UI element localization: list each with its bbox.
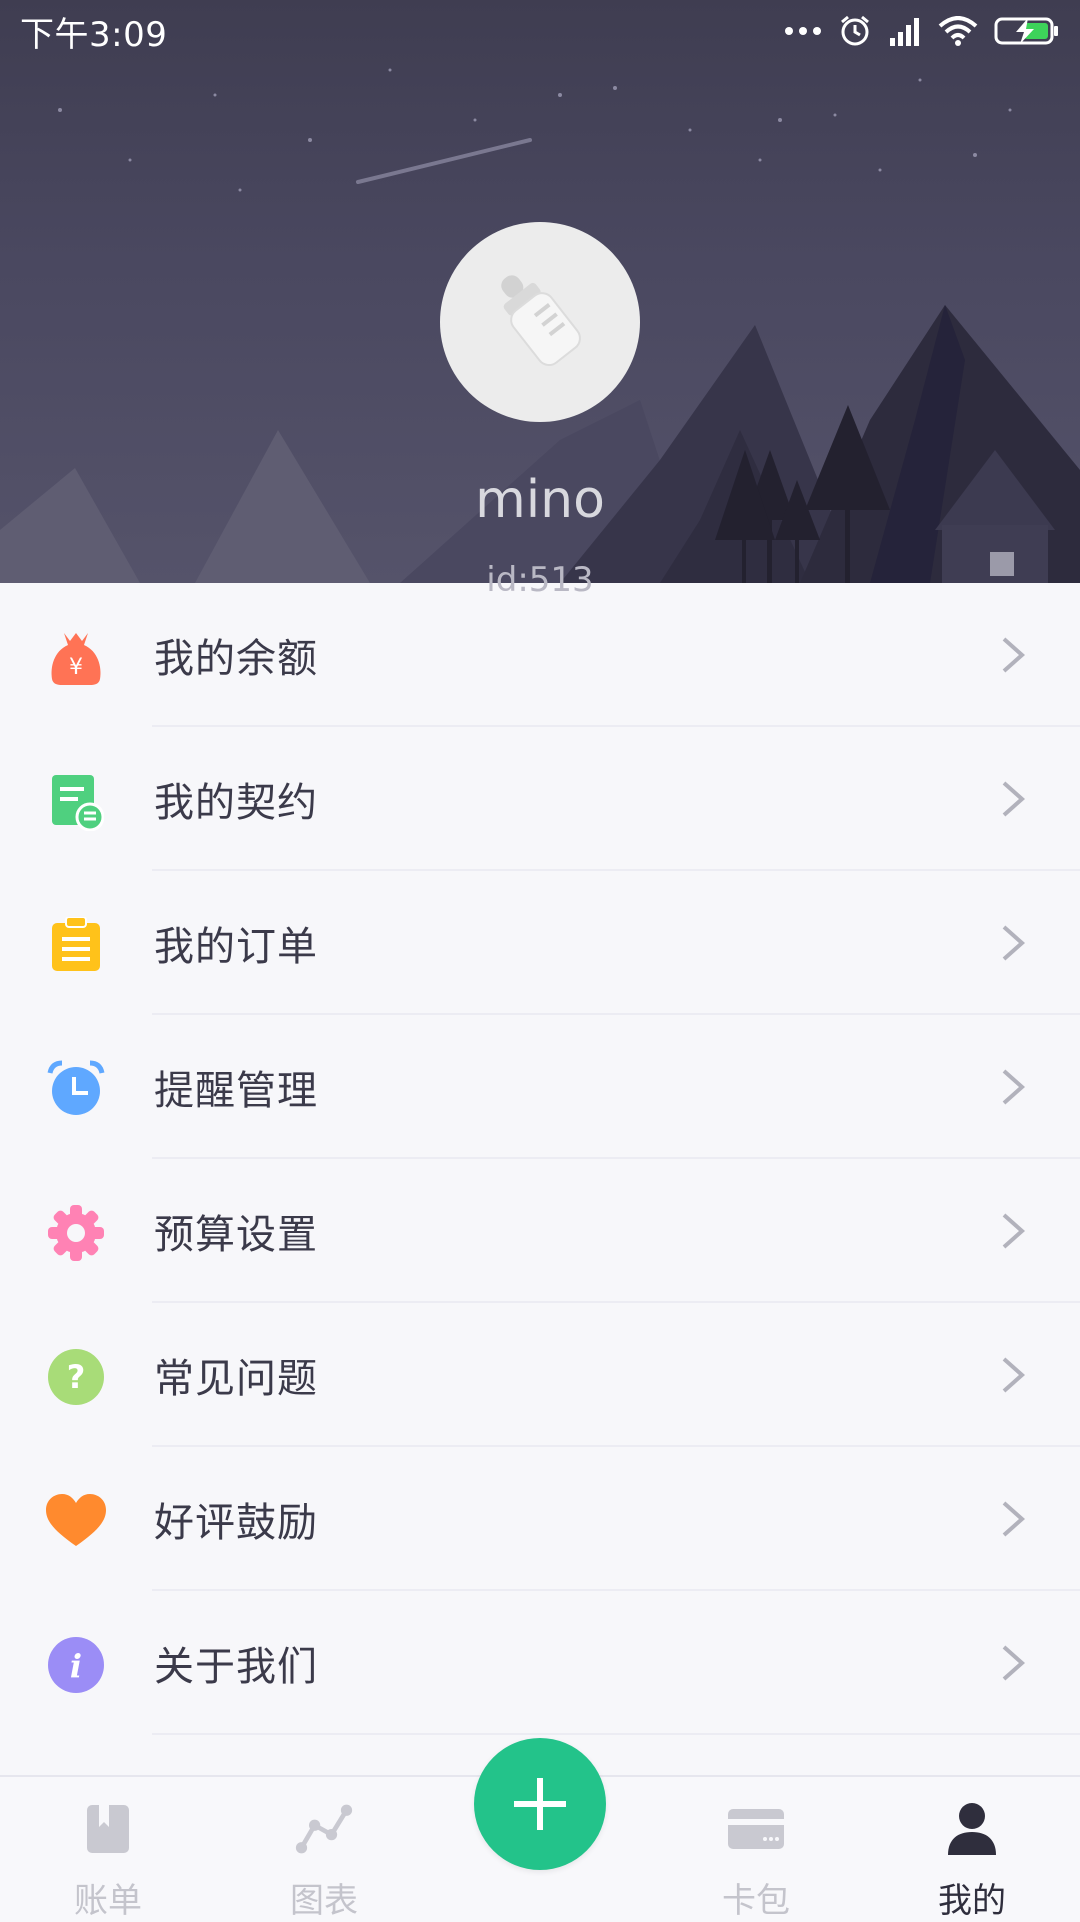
chevron-right-icon — [1002, 1357, 1026, 1393]
avatar[interactable] — [440, 222, 640, 422]
menu-label: 我的契约 — [154, 780, 318, 826]
tab-charts[interactable]: 图表 — [216, 1777, 432, 1922]
chevron-right-icon — [1002, 1213, 1026, 1249]
menu-label: 好评鼓励 — [154, 1500, 318, 1546]
wifi-icon — [938, 16, 978, 46]
tab-cards[interactable]: 卡包 — [648, 1777, 864, 1922]
info-icon: i — [46, 1635, 106, 1695]
username: mino — [475, 470, 605, 530]
svg-text:?: ? — [67, 1358, 86, 1396]
user-id: id:513 — [486, 560, 594, 600]
bill-book-icon — [78, 1799, 138, 1859]
menu-item-faq[interactable]: ? 常见问题 — [0, 1303, 1080, 1447]
gear-icon — [46, 1203, 106, 1263]
tab-label: 我的 — [938, 1881, 1006, 1921]
tab-label: 账单 — [74, 1881, 142, 1921]
tab-label: 图表 — [290, 1881, 358, 1921]
tab-label: 卡包 — [722, 1881, 790, 1921]
svg-text:¥: ¥ — [69, 655, 83, 680]
heart-icon — [46, 1491, 106, 1551]
chevron-right-icon — [1002, 1501, 1026, 1537]
menu-item-rate-us[interactable]: 好评鼓励 — [0, 1447, 1080, 1591]
menu-list: ¥ 我的余额 我的契约 我的订单 提醒管理 预算设置 ? 常见问题 好评鼓励 i… — [0, 583, 1080, 1735]
chevron-right-icon — [1002, 1069, 1026, 1105]
menu-item-about[interactable]: i 关于我们 — [0, 1591, 1080, 1735]
chevron-right-icon — [1002, 1645, 1026, 1681]
menu-label: 预算设置 — [154, 1212, 318, 1258]
add-record-button[interactable] — [474, 1738, 606, 1870]
alarm-icon — [841, 15, 869, 46]
contract-icon — [46, 771, 106, 831]
status-bar: 下午3:09 — [0, 0, 1080, 62]
chevron-right-icon — [1002, 925, 1026, 961]
money-bag-icon: ¥ — [46, 627, 106, 687]
status-time: 下午3:09 — [20, 14, 168, 55]
menu-label: 关于我们 — [154, 1644, 318, 1690]
plus-icon — [514, 1778, 566, 1830]
menu-item-orders[interactable]: 我的订单 — [0, 871, 1080, 1015]
baby-bottle-icon — [501, 275, 581, 367]
tab-bills[interactable]: 账单 — [0, 1777, 216, 1922]
menu-item-balance[interactable]: ¥ 我的余额 — [0, 583, 1080, 727]
signal-icon — [890, 18, 919, 46]
menu-label: 提醒管理 — [154, 1068, 318, 1114]
battery-charging-icon — [994, 17, 1058, 45]
chevron-right-icon — [1002, 781, 1026, 817]
person-icon — [942, 1799, 1002, 1859]
clipboard-icon — [46, 915, 106, 975]
menu-label: 常见问题 — [154, 1356, 318, 1402]
menu-item-reminders[interactable]: 提醒管理 — [0, 1015, 1080, 1159]
chevron-right-icon — [1002, 637, 1026, 673]
alarm-clock-icon — [46, 1059, 106, 1119]
svg-text:i: i — [70, 1647, 82, 1685]
card-icon — [726, 1799, 786, 1859]
more-dots-icon — [785, 27, 821, 35]
menu-item-contract[interactable]: 我的契约 — [0, 727, 1080, 871]
tab-mine[interactable]: 我的 — [864, 1777, 1080, 1922]
menu-item-budget[interactable]: 预算设置 — [0, 1159, 1080, 1303]
menu-label: 我的订单 — [154, 924, 318, 970]
menu-label: 我的余额 — [154, 636, 318, 682]
question-icon: ? — [46, 1347, 106, 1407]
chart-icon — [294, 1799, 354, 1859]
